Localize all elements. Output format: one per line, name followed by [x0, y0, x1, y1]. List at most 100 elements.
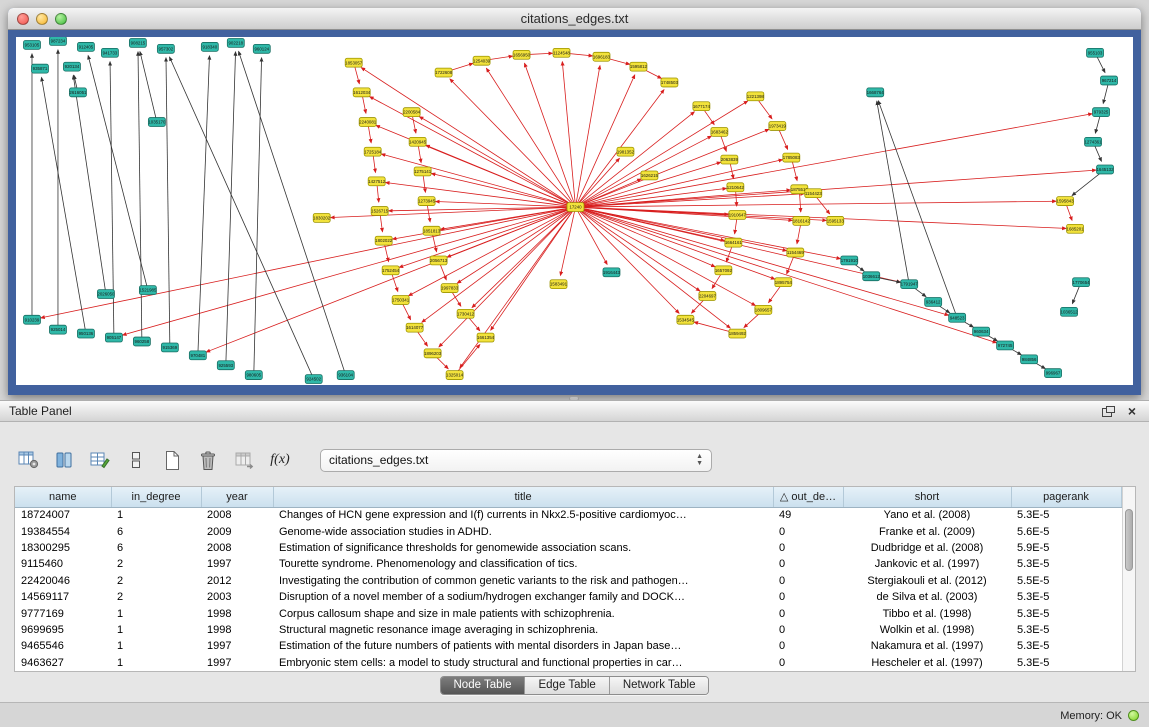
table-cell[interactable]: 1 — [111, 507, 201, 523]
table-cell[interactable]: 6 — [111, 523, 201, 539]
table-cell[interactable]: 1997 — [201, 655, 273, 671]
graph-edge[interactable] — [575, 207, 715, 267]
table-cell[interactable]: 49 — [773, 507, 843, 523]
graph-edge[interactable] — [198, 56, 210, 356]
graph-node[interactable]: 1645132 — [1096, 165, 1114, 174]
column-header[interactable]: year — [201, 487, 273, 507]
table-cell[interactable]: 9699695 — [15, 622, 111, 638]
graph-edge[interactable] — [457, 207, 575, 283]
graph-node[interactable]: 1859492 — [729, 329, 747, 338]
row-options-icon[interactable] — [124, 448, 148, 472]
table-cell[interactable]: 2 — [111, 556, 201, 572]
graph-node[interactable]: 984856 — [1021, 355, 1038, 364]
graph-node[interactable]: 1750341 — [392, 296, 410, 305]
graph-edge[interactable] — [138, 52, 142, 342]
graph-node[interactable]: 960124 — [253, 44, 270, 53]
graph-node[interactable]: 1802022 — [375, 236, 393, 245]
graph-edge[interactable] — [123, 207, 576, 335]
table-cell[interactable]: 18300295 — [15, 540, 111, 556]
table-cell[interactable]: 2003 — [201, 589, 273, 605]
graph-node[interactable]: 1210642 — [727, 183, 745, 192]
graph-node[interactable]: 902218 — [227, 38, 244, 47]
table-cell[interactable]: Estimation of the future numbers of pati… — [273, 638, 773, 654]
table-cell[interactable]: 1 — [111, 622, 201, 638]
graph-node[interactable]: 1910647 — [729, 211, 747, 220]
table-cell[interactable]: Franke et al. (2009) — [843, 523, 1011, 539]
table-row[interactable]: 969969511998Structural magnetic resonanc… — [15, 622, 1121, 638]
table-cell[interactable]: 5.3E-5 — [1011, 605, 1121, 621]
table-row[interactable]: 1938455462009Genome-wide association stu… — [15, 523, 1121, 539]
graph-node[interactable]: 936104 — [337, 371, 354, 380]
zoom-window-button[interactable] — [55, 13, 67, 25]
graph-node[interactable]: 1664161 — [725, 238, 743, 247]
table-cell[interactable]: Dudbridge et al. (2008) — [843, 540, 1011, 556]
graph-node[interactable]: 1626215 — [641, 171, 659, 180]
column-header[interactable]: name — [15, 487, 111, 507]
table-cell[interactable]: 0 — [773, 589, 843, 605]
table-cell[interactable]: Disruption of a novel member of a sodium… — [273, 589, 773, 605]
column-header[interactable]: short — [843, 487, 1011, 507]
table-vertical-scrollbar[interactable] — [1122, 487, 1136, 671]
graph-node[interactable]: 1154469 — [787, 248, 804, 257]
graph-node[interactable]: 1748503 — [661, 78, 679, 87]
graph-node[interactable]: 1420945 — [409, 137, 427, 146]
table-cell[interactable]: 18724007 — [15, 507, 111, 523]
graph-edge[interactable] — [331, 207, 576, 217]
graph-node[interactable]: 1677174 — [693, 102, 711, 111]
table-cell[interactable]: 9465546 — [15, 638, 111, 654]
graph-node[interactable]: 1730412 — [457, 309, 475, 318]
table-cell[interactable]: Wolkin et al. (1998) — [843, 622, 1011, 638]
graph-node[interactable]: 1853057 — [345, 58, 363, 67]
table-source-selector[interactable]: citations_edges.txt ▲▼ — [320, 449, 712, 472]
graph-node[interactable]: 1036612 — [863, 272, 881, 281]
graph-node[interactable]: 905147 — [105, 333, 122, 342]
scrollbar-thumb[interactable] — [1125, 509, 1134, 571]
table-cell[interactable]: 14569117 — [15, 589, 111, 605]
graph-edge[interactable] — [389, 207, 576, 211]
graph-edge[interactable] — [525, 63, 576, 207]
graph-edge[interactable] — [170, 57, 314, 379]
graph-node[interactable]: 1722608 — [435, 68, 453, 77]
graph-node[interactable]: 953105 — [23, 40, 40, 49]
graph-node[interactable]: 2200584 — [403, 108, 421, 117]
table-cell[interactable]: 1 — [111, 605, 201, 621]
graph-edge[interactable] — [575, 66, 599, 208]
graph-node[interactable]: 1851813 — [423, 226, 441, 235]
table-cell[interactable]: Investigating the contribution of common… — [273, 573, 773, 589]
graph-node[interactable]: 941733 — [101, 48, 118, 57]
graph-node[interactable]: 1809657 — [755, 305, 773, 314]
graph-node[interactable]: 1791947 — [901, 280, 919, 289]
graph-node[interactable]: 1274361 — [1084, 137, 1102, 146]
graph-node[interactable]: 1595133 — [827, 216, 845, 225]
table-cell[interactable]: 9777169 — [15, 605, 111, 621]
graph-node[interactable]: 912405 — [77, 42, 94, 51]
graph-node[interactable]: 1791910 — [841, 256, 859, 265]
table-cell[interactable]: Corpus callosum shape and size in male p… — [273, 605, 773, 621]
table-cell[interactable]: Stergiakouli et al. (2012) — [843, 573, 1011, 589]
graph-edge[interactable] — [575, 207, 679, 313]
table-cell[interactable]: 1 — [111, 638, 201, 654]
graph-node[interactable]: 1785083 — [783, 153, 801, 162]
graph-node[interactable]: 924502 — [305, 375, 322, 384]
graph-node[interactable]: 1275141 — [414, 167, 432, 176]
graph-edge[interactable] — [439, 207, 576, 347]
graph-node[interactable]: 980605 — [245, 371, 262, 380]
graph-node[interactable]: 960634 — [973, 327, 990, 336]
graph-node[interactable]: 1830202 — [313, 213, 331, 222]
table-row[interactable]: 2242004622012Investigating the contribut… — [15, 573, 1121, 589]
graph-node[interactable]: 918340 — [201, 42, 218, 51]
column-header[interactable]: title — [273, 487, 773, 507]
graph-node[interactable]: 920134 — [63, 62, 80, 71]
import-table-icon[interactable] — [232, 448, 256, 472]
column-header[interactable]: △ out_de… — [773, 487, 843, 507]
table-cell[interactable]: 5.3E-5 — [1011, 556, 1121, 572]
table-cell[interactable]: 5.3E-5 — [1011, 638, 1121, 654]
table-cell[interactable]: 2008 — [201, 507, 273, 523]
graph-node[interactable]: 1816142 — [793, 216, 811, 225]
table-cell[interactable]: 5.9E-5 — [1011, 540, 1121, 556]
graph-node[interactable]: 987234 — [49, 37, 66, 45]
table-row[interactable]: 1456911722003Disruption of a novel membe… — [15, 589, 1121, 605]
graph-edge[interactable] — [562, 62, 575, 207]
table-cell[interactable]: Estimation of significance thresholds fo… — [273, 540, 773, 556]
show-columns-icon[interactable] — [52, 448, 76, 472]
